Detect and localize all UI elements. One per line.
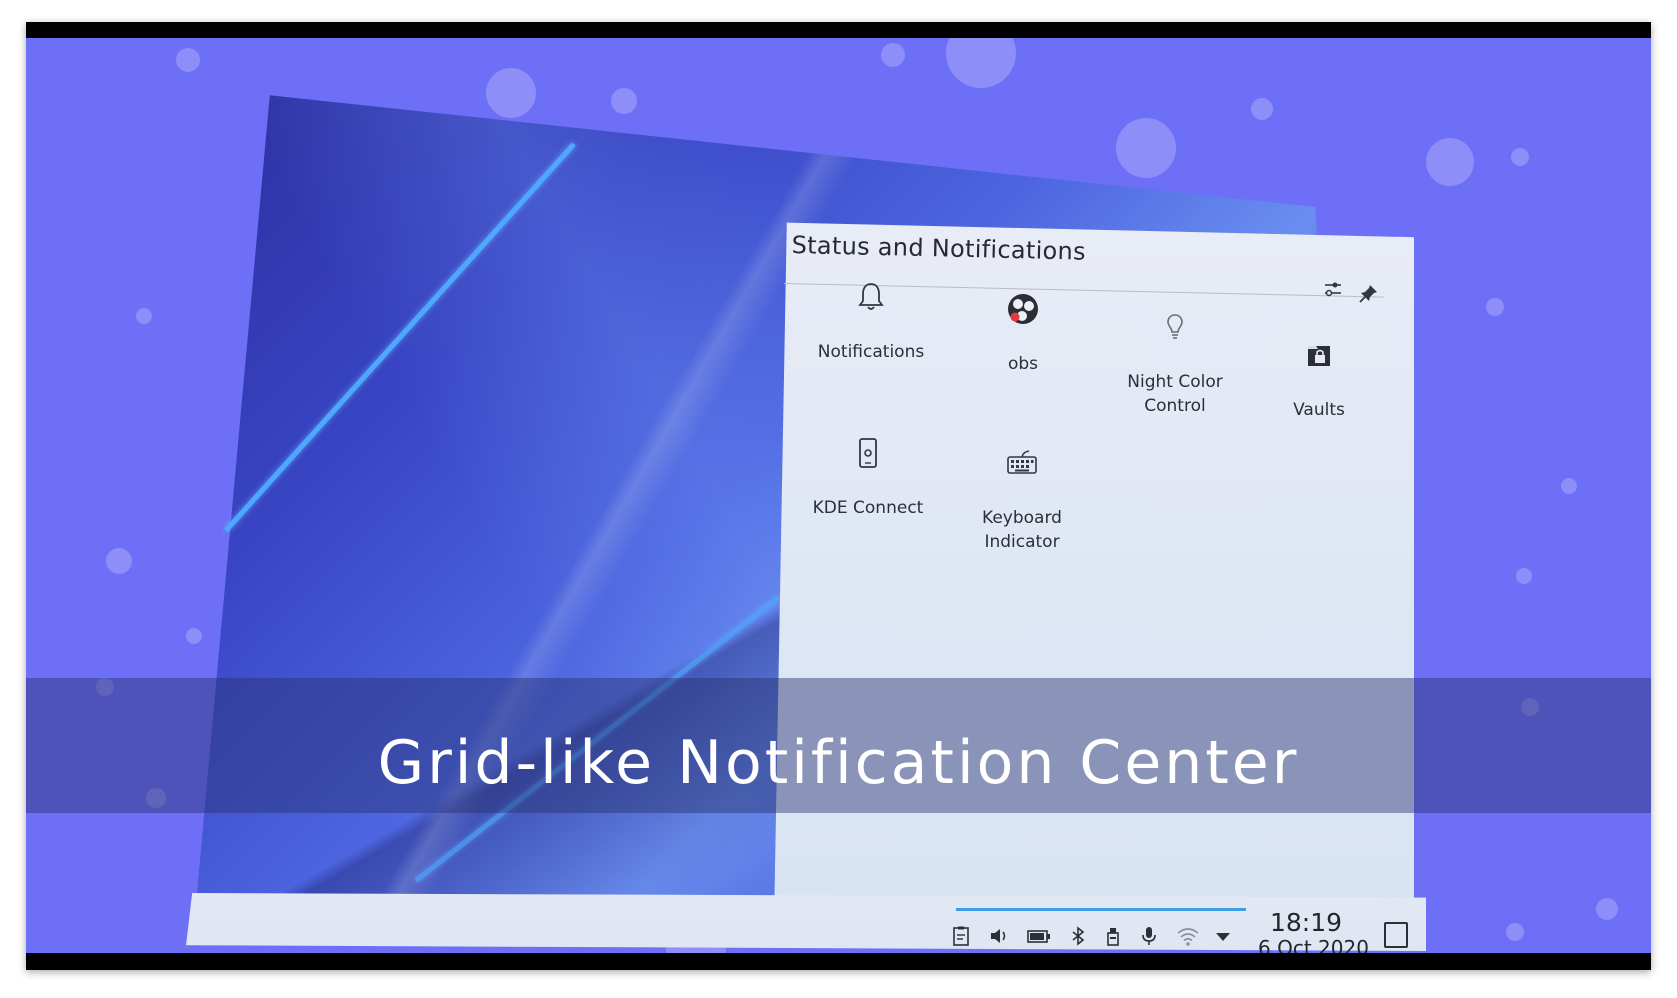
lightbulb-icon bbox=[1158, 310, 1192, 344]
show-desktop-button[interactable] bbox=[1384, 922, 1408, 948]
obs-icon bbox=[1006, 292, 1040, 326]
tile-night-color-control[interactable]: Night Color Control bbox=[1100, 310, 1250, 418]
tray-active-indicator bbox=[956, 908, 1246, 911]
tile-label: Notifications bbox=[817, 342, 925, 362]
bell-icon bbox=[854, 280, 888, 314]
configure-icon[interactable] bbox=[1322, 278, 1344, 300]
clock-time[interactable]: 18:19 bbox=[1270, 908, 1342, 937]
tile-obs[interactable]: obs bbox=[948, 292, 1098, 376]
clock-date[interactable]: 6 Oct 2020 bbox=[1258, 936, 1369, 953]
tile-label: Night Color Control bbox=[1127, 372, 1223, 416]
tile-notifications[interactable]: Notifications bbox=[796, 280, 946, 364]
tile-label: Vaults bbox=[1293, 400, 1345, 420]
tile-kde-connect[interactable]: KDE Connect bbox=[793, 436, 943, 520]
battery-icon[interactable] bbox=[1026, 925, 1052, 947]
tile-label: obs bbox=[1007, 354, 1039, 374]
pin-icon[interactable] bbox=[1358, 282, 1380, 304]
video-frame: Status and Notifications Notifications o… bbox=[26, 22, 1651, 970]
tile-vaults[interactable]: Vaults bbox=[1244, 338, 1394, 422]
tile-label: Keyboard Indicator bbox=[982, 508, 1062, 552]
volume-icon[interactable] bbox=[988, 925, 1010, 947]
usb-device-icon[interactable] bbox=[1102, 925, 1124, 947]
tile-keyboard-indicator[interactable]: Keyboard Indicator bbox=[947, 446, 1097, 554]
video-caption: Grid-like Notification Center bbox=[377, 728, 1300, 798]
video-content: Status and Notifications Notifications o… bbox=[26, 38, 1651, 953]
wifi-icon[interactable] bbox=[1176, 925, 1200, 947]
bluetooth-icon[interactable] bbox=[1067, 925, 1089, 947]
keyboard-icon bbox=[1005, 446, 1039, 480]
phone-icon bbox=[851, 436, 885, 470]
taskbar-panel bbox=[186, 893, 1426, 951]
expand-arrow-icon[interactable] bbox=[1212, 925, 1234, 947]
microphone-icon[interactable] bbox=[1138, 925, 1160, 947]
clipboard-icon[interactable] bbox=[950, 925, 972, 947]
tile-label: KDE Connect bbox=[812, 498, 924, 518]
vault-lock-icon bbox=[1302, 338, 1336, 372]
